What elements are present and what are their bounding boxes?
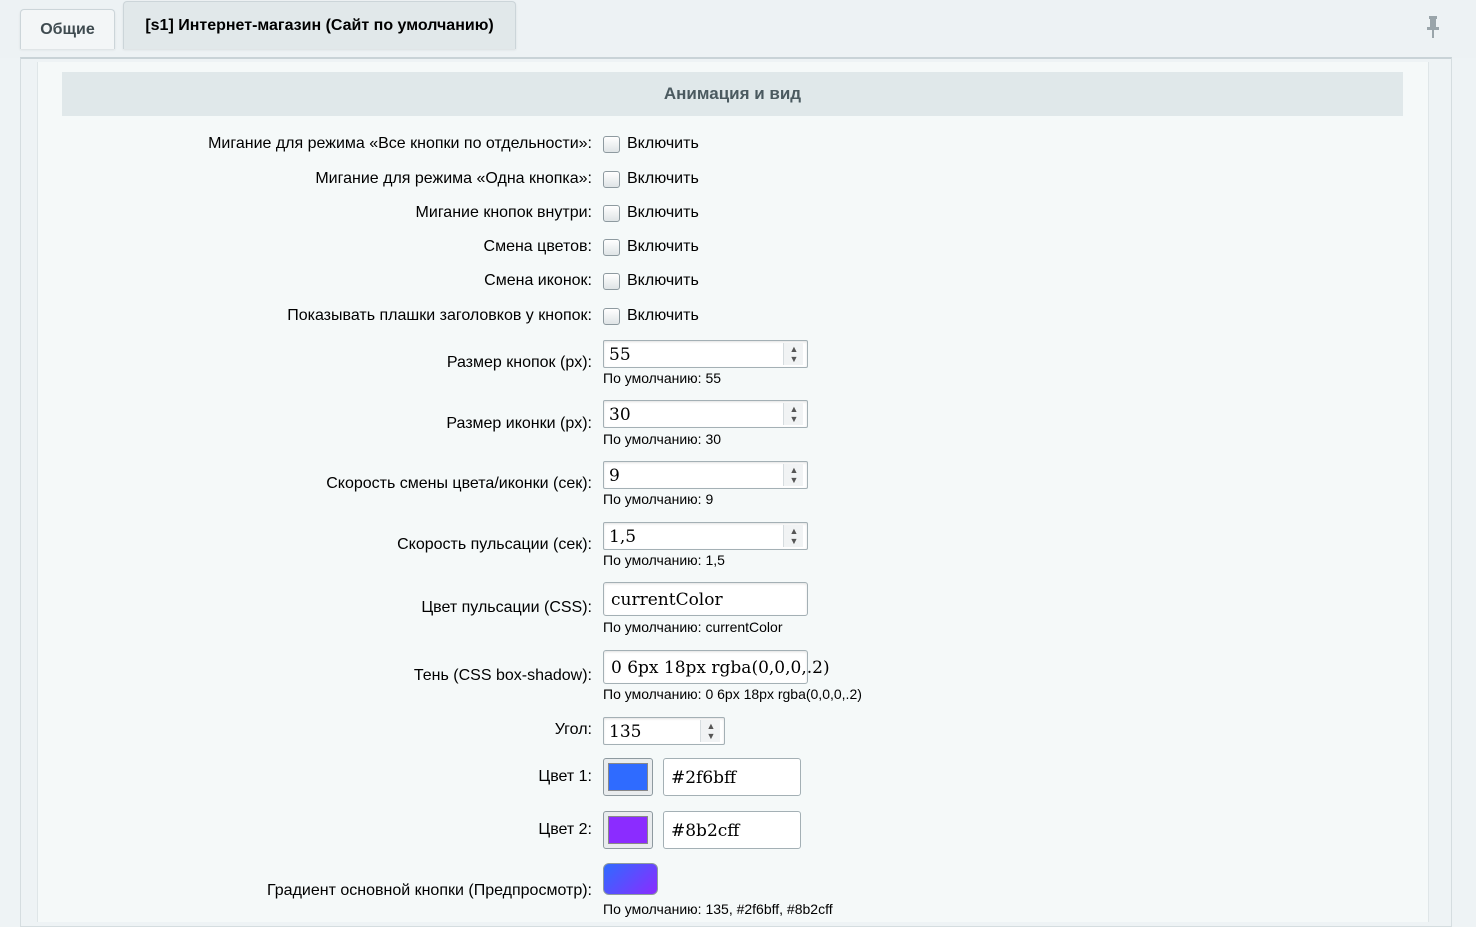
gradient-preview [603,863,658,895]
pulse-speed-spinner[interactable]: ▲ ▼ [783,525,803,547]
tab-bar: Общие [s1] Интернет-магазин (Сайт по умо… [0,0,1476,58]
shadow-label: Тень (CSS box-shadow): [413,667,592,684]
blink-all-checkbox[interactable] [603,136,620,153]
angle-spinner[interactable]: ▲ ▼ [700,720,720,742]
icon-size-label: Размер иконки (px): [446,415,592,432]
icon-size-hint: По умолчанию: 30 [603,431,722,447]
color-change-label: Смена цветов: [483,238,592,255]
pulse-speed-hint: По умолчанию: 1,5 [603,552,725,568]
shadow-input[interactable]: 0 6px 18px rgba(0,0,0,.2) [603,650,830,684]
gradient-hint: По умолчанию: 135, #2f6bff, #8b2cff [603,901,833,917]
icon-change-label: Смена иконок: [484,272,592,289]
chevron-up-icon[interactable]: ▲ [789,527,799,536]
angle-label: Угол: [554,721,592,738]
pulse-speed-input[interactable]: 1,5 ▲ ▼ [603,522,808,550]
color-2-swatch [608,816,648,844]
shadow-hint: По умолчанию: 0 6px 18px rgba(0,0,0,.2) [603,686,862,702]
title-plates-label: Показывать плашки заголовков у кнопок: [287,307,592,324]
title-plates-checkbox-text[interactable]: Включить [627,307,699,325]
color-1-hex-value: #2f6bff [671,768,737,788]
tab-general[interactable]: Общие [20,9,115,49]
icon-change-checkbox[interactable] [603,273,620,290]
pulse-color-input[interactable]: currentColor [603,582,808,616]
gradient-preview-label: Градиент основной кнопки (Предпросмотр): [267,882,592,899]
tab-site-s1[interactable]: [s1] Интернет-магазин (Сайт по умолчанию… [123,1,516,49]
color-2-hex-value: #8b2cff [671,821,740,841]
color-2-label: Цвет 2: [538,821,592,838]
blink-inner-checkbox[interactable] [603,205,620,222]
change-speed-label: Скорость смены цвета/иконки (сек): [326,475,592,492]
pulse-speed-value: 1,5 [609,527,637,547]
chevron-down-icon[interactable]: ▼ [789,537,799,546]
blink-all-label: Мигание для режима «Все кнопки по отдель… [208,135,592,152]
chevron-up-icon[interactable]: ▲ [789,466,799,475]
blink-one-checkbox[interactable] [603,171,620,188]
button-size-label: Размер кнопок (px): [446,354,592,371]
icon-size-spinner[interactable]: ▲ ▼ [783,403,803,425]
blink-one-checkbox-text[interactable]: Включить [627,170,699,188]
color-1-swatch [608,763,648,791]
chevron-up-icon[interactable]: ▲ [789,345,799,354]
blink-inner-checkbox-text[interactable]: Включить [627,204,699,222]
color-1-label: Цвет 1: [538,768,592,785]
change-speed-value: 9 [609,466,620,486]
angle-input[interactable]: 135 ▲ ▼ [603,717,725,745]
angle-value: 135 [609,722,642,742]
color-1-picker[interactable] [603,758,653,796]
color-2-hex-input[interactable]: #8b2cff [663,811,801,849]
chevron-up-icon[interactable]: ▲ [789,405,799,414]
shadow-value: 0 6px 18px rgba(0,0,0,.2) [611,658,830,678]
color-2-picker[interactable] [603,811,653,849]
color-change-checkbox-text[interactable]: Включить [627,238,699,256]
button-size-spinner[interactable]: ▲ ▼ [783,343,803,365]
blink-inner-label: Мигание кнопок внутри: [415,204,592,221]
button-size-input[interactable]: 55 ▲ ▼ [603,340,808,368]
section-title: Анимация и вид [62,72,1403,116]
chevron-up-icon[interactable]: ▲ [706,722,716,731]
chevron-down-icon[interactable]: ▼ [706,732,716,741]
chevron-down-icon[interactable]: ▼ [789,415,799,424]
change-speed-hint: По умолчанию: 9 [603,491,714,507]
title-plates-checkbox[interactable] [603,308,620,325]
pin-icon[interactable] [1426,16,1440,38]
icon-size-value: 30 [609,405,631,425]
pulse-speed-label: Скорость пульсации (сек): [397,536,592,553]
button-size-hint: По умолчанию: 55 [603,370,722,386]
icon-size-input[interactable]: 30 ▲ ▼ [603,400,808,428]
icon-change-checkbox-text[interactable]: Включить [627,272,699,290]
button-size-value: 55 [609,345,631,365]
chevron-down-icon[interactable]: ▼ [789,355,799,364]
pulse-color-value: currentColor [611,590,723,610]
blink-all-checkbox-text[interactable]: Включить [627,135,699,153]
change-speed-input[interactable]: 9 ▲ ▼ [603,461,808,489]
change-speed-spinner[interactable]: ▲ ▼ [783,464,803,486]
chevron-down-icon[interactable]: ▼ [789,476,799,485]
color-change-checkbox[interactable] [603,239,620,256]
blink-one-label: Мигание для режима «Одна кнопка»: [315,170,592,187]
pulse-color-hint: По умолчанию: currentColor [603,619,783,635]
pulse-color-label: Цвет пульсации (CSS): [421,599,592,616]
color-1-hex-input[interactable]: #2f6bff [663,758,801,796]
